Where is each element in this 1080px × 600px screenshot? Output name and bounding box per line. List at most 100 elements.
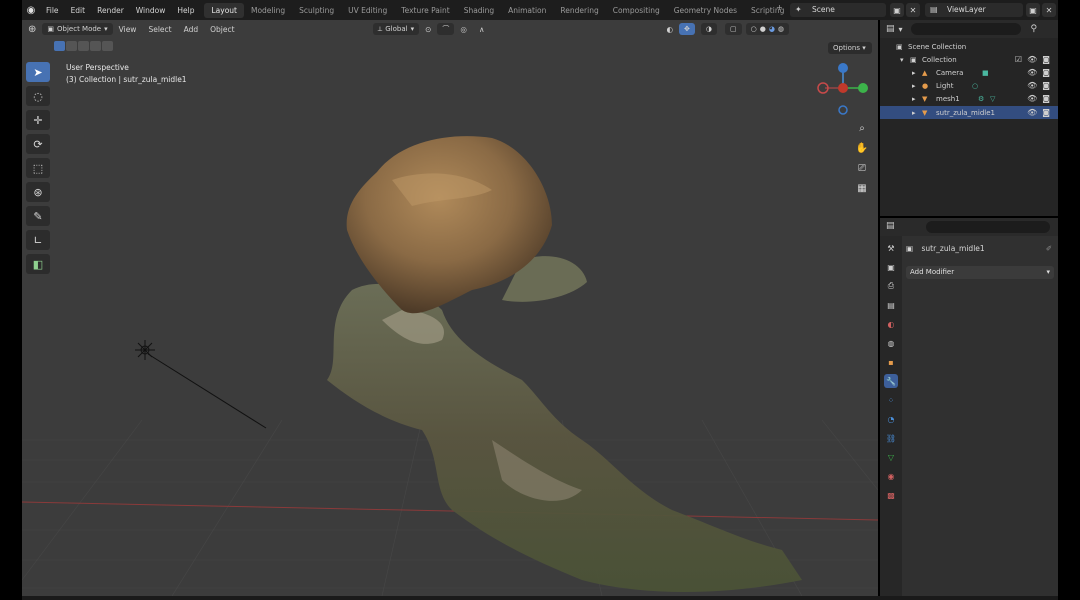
tab-uv-editing[interactable]: UV Editing bbox=[341, 3, 394, 18]
mode-selector[interactable]: ▣ Object Mode ▾ bbox=[42, 23, 113, 35]
menu-render[interactable]: Render bbox=[91, 6, 130, 15]
annotate-tool-icon[interactable]: ✎ bbox=[26, 206, 50, 226]
add-workspace-icon[interactable]: + bbox=[776, 3, 783, 12]
select-subtract-icon[interactable] bbox=[78, 41, 89, 51]
scene-close-icon[interactable]: ✕ bbox=[906, 3, 920, 17]
outliner-item-light[interactable]: ▸ ● Light ○ 👁 ◙ bbox=[880, 79, 1058, 92]
tab-texture-paint[interactable]: Texture Paint bbox=[394, 3, 456, 18]
menu-file[interactable]: File bbox=[40, 6, 65, 15]
view-layer-close-icon[interactable]: ✕ bbox=[1042, 3, 1056, 17]
view-layer-tab-icon[interactable]: ▤ bbox=[884, 298, 898, 312]
falloff-icon[interactable]: ∧ bbox=[473, 25, 491, 34]
render-tab-icon[interactable]: ▣ bbox=[884, 260, 898, 274]
select-invert-icon[interactable] bbox=[90, 41, 101, 51]
xray-toggle[interactable]: ▢ bbox=[724, 23, 742, 35]
expand-arrow-icon[interactable]: ▾ bbox=[900, 56, 904, 64]
select-extend-icon[interactable] bbox=[66, 41, 77, 51]
scene-selector[interactable]: ✦ Scene bbox=[790, 3, 886, 17]
tab-scripting[interactable]: Scripting bbox=[744, 3, 791, 18]
move-tool-icon[interactable]: ✛ bbox=[26, 110, 50, 130]
scene-browse-icon[interactable]: ▣ bbox=[890, 3, 904, 17]
measure-tool-icon[interactable]: ∟ bbox=[26, 230, 50, 250]
expand-arrow-icon[interactable]: ▸ bbox=[912, 82, 916, 90]
add-modifier-button[interactable]: Add Modifier ▾ bbox=[906, 266, 1054, 279]
zoom-icon[interactable]: ⌕ bbox=[854, 120, 870, 136]
camera-view-icon[interactable]: ⎚ bbox=[854, 160, 870, 176]
camera-render-icon[interactable]: ◙ bbox=[1042, 94, 1050, 103]
filter-icon[interactable]: ⚲ bbox=[1031, 24, 1038, 34]
outliner-item-sutr-zula-midle1[interactable]: ▸ ▼ sutr_zula_midle1 👁 ◙ bbox=[880, 106, 1058, 119]
expand-arrow-icon[interactable]: ▸ bbox=[912, 95, 916, 103]
eye-icon[interactable]: 👁 bbox=[1027, 94, 1037, 103]
proportional-edit-icon[interactable]: ◎ bbox=[454, 25, 473, 34]
view-layer-selector[interactable]: ▤ ViewLayer bbox=[925, 3, 1023, 17]
select-box-tool-icon[interactable]: ➤ bbox=[26, 62, 50, 82]
camera-render-icon[interactable]: ◙ bbox=[1042, 55, 1050, 64]
tab-rendering[interactable]: Rendering bbox=[553, 3, 605, 18]
particles-tab-icon[interactable]: ⁘ bbox=[884, 393, 898, 407]
outliner-item-camera[interactable]: ▸ ▲ Camera ■ 👁 ◙ bbox=[880, 66, 1058, 79]
outliner-collection[interactable]: ▾ ▣ Collection ☑ 👁 ◙ bbox=[880, 53, 1058, 66]
menu-add[interactable]: Add bbox=[178, 25, 205, 34]
menu-object[interactable]: Object bbox=[204, 25, 240, 34]
grid-projection-icon[interactable]: ▦ bbox=[854, 180, 870, 196]
tab-sculpting[interactable]: Sculpting bbox=[292, 3, 341, 18]
chevron-down-icon[interactable]: ▾ bbox=[899, 25, 903, 34]
material-tab-icon[interactable]: ◉ bbox=[884, 469, 898, 483]
menu-edit[interactable]: Edit bbox=[65, 6, 92, 15]
tool-tab-icon[interactable]: ⚒ bbox=[884, 241, 898, 255]
pivot-icon[interactable]: ⊙ bbox=[419, 25, 437, 34]
pin-icon[interactable]: ✐ bbox=[1046, 242, 1052, 256]
tab-compositing[interactable]: Compositing bbox=[606, 3, 667, 18]
menu-view[interactable]: View bbox=[113, 25, 143, 34]
menu-help[interactable]: Help bbox=[171, 6, 200, 15]
physics-tab-icon[interactable]: ◔ bbox=[884, 412, 898, 426]
blender-logo-icon[interactable]: ◉ bbox=[22, 0, 40, 20]
tab-animation[interactable]: Animation bbox=[501, 3, 553, 18]
camera-render-icon[interactable]: ◙ bbox=[1042, 108, 1050, 117]
material-shading-icon[interactable]: ◕ bbox=[769, 25, 775, 33]
menu-select[interactable]: Select bbox=[142, 25, 177, 34]
data-tab-icon[interactable]: ▽ bbox=[884, 450, 898, 464]
gizmo-toggle[interactable]: ✥ bbox=[678, 23, 695, 35]
camera-render-icon[interactable]: ◙ bbox=[1042, 68, 1050, 77]
pan-hand-icon[interactable]: ✋ bbox=[854, 140, 870, 156]
tab-modeling[interactable]: Modeling bbox=[244, 3, 292, 18]
eye-icon[interactable]: 👁 bbox=[1027, 81, 1037, 90]
rotate-tool-icon[interactable]: ⟳ bbox=[26, 134, 50, 154]
overlay-toggle[interactable]: ◑ bbox=[700, 23, 717, 35]
outliner-editor-icon[interactable]: ▤ bbox=[886, 24, 895, 34]
properties-search-input[interactable] bbox=[926, 221, 1050, 233]
constraints-tab-icon[interactable]: ⛓ bbox=[884, 431, 898, 445]
outliner-item-mesh1[interactable]: ▸ ▼ mesh1 ⚙ ▽ 👁 ◙ bbox=[880, 92, 1058, 105]
solid-shading-icon[interactable]: ● bbox=[760, 25, 766, 33]
modifier-tab-icon[interactable]: 🔧 bbox=[884, 374, 898, 388]
visibility-icon[interactable]: ◐ bbox=[660, 25, 679, 34]
outliner-search-input[interactable] bbox=[910, 23, 1021, 35]
scale-tool-icon[interactable]: ⬚ bbox=[26, 158, 50, 178]
eye-icon[interactable]: 👁 bbox=[1027, 68, 1037, 77]
cursor-tool-icon[interactable]: ◌ bbox=[26, 86, 50, 106]
menu-window[interactable]: Window bbox=[130, 6, 172, 15]
3d-viewport[interactable]: ⊕ ▣ Object Mode ▾ View Select Add Object… bbox=[22, 20, 878, 596]
eye-icon[interactable]: 👁 bbox=[1027, 55, 1037, 64]
rendered-shading-icon[interactable]: ◍ bbox=[778, 25, 784, 33]
wireframe-shading-icon[interactable]: ○ bbox=[751, 25, 757, 33]
add-cube-tool-icon[interactable]: ◧ bbox=[26, 254, 50, 274]
select-new-icon[interactable] bbox=[54, 41, 65, 51]
tab-layout[interactable]: Layout bbox=[204, 2, 244, 18]
options-dropdown[interactable]: Options ▾ bbox=[828, 42, 872, 54]
checkbox-icon[interactable]: ☑ bbox=[1015, 55, 1022, 64]
navigation-gizmo[interactable] bbox=[816, 60, 872, 120]
scene-tab-icon[interactable]: ◐ bbox=[884, 317, 898, 331]
expand-arrow-icon[interactable]: ▸ bbox=[912, 69, 916, 77]
select-intersect-icon[interactable] bbox=[102, 41, 113, 51]
orientation-selector[interactable]: ⟂ Global ▾ bbox=[372, 23, 420, 35]
camera-render-icon[interactable]: ◙ bbox=[1042, 81, 1050, 90]
editor-type-icon[interactable]: ⊕ bbox=[22, 24, 42, 35]
tab-geometry-nodes[interactable]: Geometry Nodes bbox=[667, 3, 744, 18]
view-layer-browse-icon[interactable]: ▣ bbox=[1026, 3, 1040, 17]
tab-shading[interactable]: Shading bbox=[457, 3, 501, 18]
expand-arrow-icon[interactable]: ▸ bbox=[912, 109, 916, 117]
object-tab-icon[interactable]: ▪ bbox=[884, 355, 898, 369]
